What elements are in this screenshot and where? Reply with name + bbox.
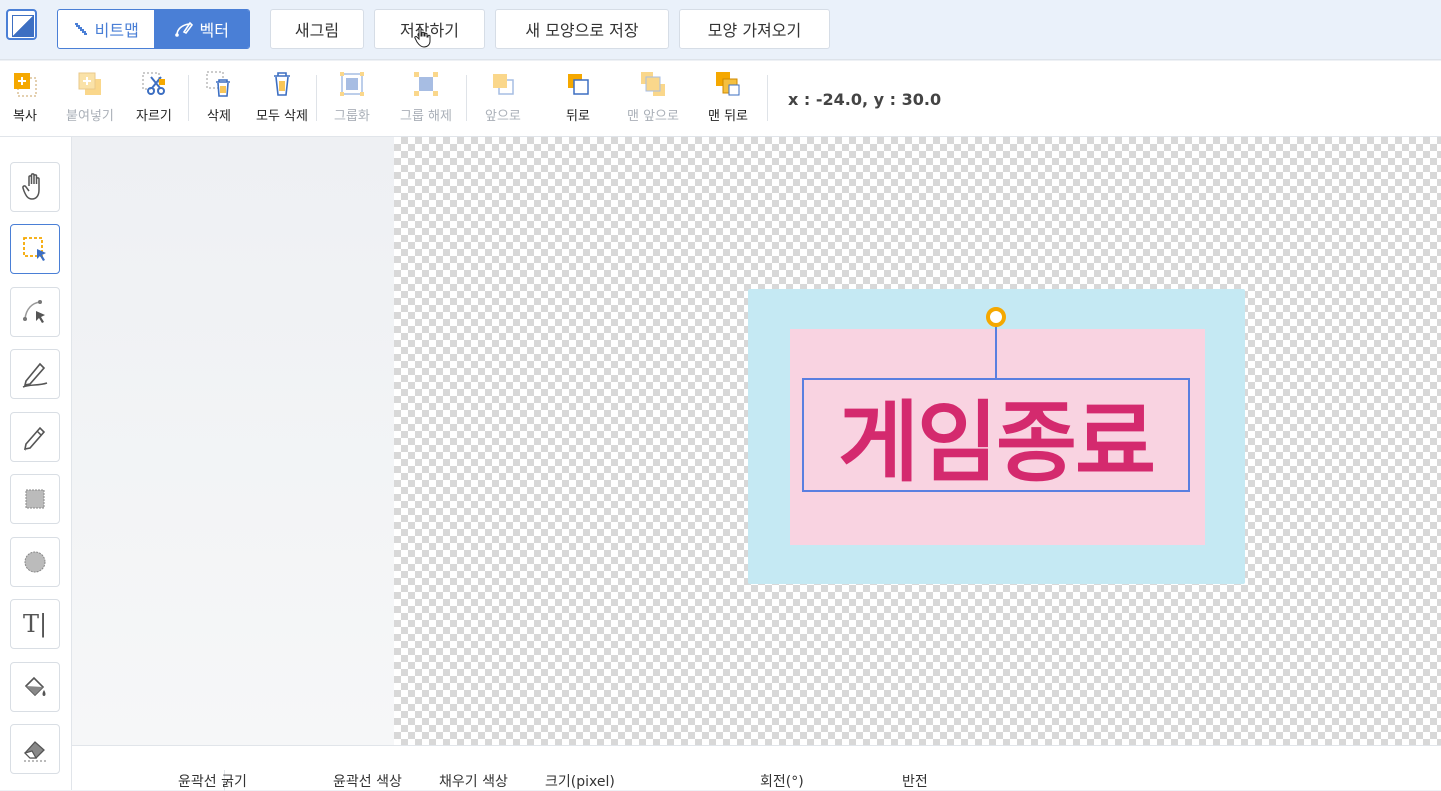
rotation-label: 회전(°)	[760, 774, 804, 790]
toolbar-divider	[466, 75, 467, 121]
app-logo-icon[interactable]	[6, 9, 37, 40]
stroke-color-label: 윤곽선 색상	[333, 774, 402, 790]
text-tool-icon: T|	[22, 610, 48, 638]
bring-to-front-icon	[638, 69, 668, 99]
vector-mode-label: 벡터	[199, 21, 229, 40]
vector-mode-button[interactable]: 벡터	[153, 10, 249, 48]
send-backward-label: 뒤로	[566, 109, 590, 124]
delete-label: 삭제	[207, 109, 231, 124]
top-bar: 비트맵 벡터 새그림 저장하기 새 모양으로 저장 모양 가져오기	[0, 0, 1441, 60]
paint-bucket-icon	[24, 676, 46, 697]
copy-label: 복사	[13, 109, 37, 124]
select-tool-button[interactable]	[10, 224, 60, 274]
group-icon	[337, 69, 367, 99]
rectangle-tool-button[interactable]	[10, 474, 60, 524]
drawing-tools-panel: T|	[0, 137, 72, 790]
paste-label: 붙여넣기	[66, 109, 114, 124]
send-to-back-label: 맨 뒤로	[708, 109, 749, 124]
fill-tool-button[interactable]	[10, 662, 60, 712]
workspace-margin	[72, 137, 394, 745]
delete-all-button[interactable]: 모두 삭제	[256, 69, 308, 124]
bitmap-mode-label: 비트맵	[94, 21, 139, 40]
hand-icon	[22, 173, 40, 200]
rectangle-icon	[25, 489, 45, 509]
pen-tool-button[interactable]	[10, 349, 60, 399]
import-shape-button[interactable]: 모양 가져오기	[679, 9, 830, 49]
fill-color-label: 채우기 색상	[439, 774, 508, 790]
eraser-icon	[23, 741, 46, 762]
toolbar-divider	[767, 75, 768, 121]
ungroup-label: 그룹 해제	[400, 109, 452, 124]
ellipse-icon	[24, 551, 46, 573]
edit-toolbar: 복사 붙여넣기 자르기 삭제 모두 삭제 그룹화 그룹 해제 앞으로 뒤로 맨 …	[0, 61, 1441, 137]
scissors-icon	[139, 69, 169, 99]
bitmap-mode-button[interactable]: 비트맵	[58, 10, 154, 48]
size-label: 크기(pixel)	[545, 774, 615, 790]
group-button[interactable]: 그룹화	[334, 69, 370, 124]
copy-icon	[10, 69, 40, 99]
bring-forward-icon	[488, 69, 518, 99]
coordinate-readout: x : -24.0, y : 30.0	[788, 90, 942, 109]
node-edit-icon	[23, 300, 45, 323]
rotation-handle-line	[995, 325, 997, 379]
send-to-back-button[interactable]: 맨 뒤로	[708, 69, 748, 124]
paste-icon	[75, 69, 105, 99]
toolbar-divider	[188, 75, 189, 121]
bring-to-front-label: 맨 앞으로	[627, 109, 679, 124]
pencil-tool-button[interactable]	[10, 412, 60, 462]
copy-button[interactable]: 복사	[10, 69, 40, 124]
node-edit-tool-button[interactable]	[10, 287, 60, 337]
bitmap-icon	[74, 23, 87, 35]
ungroup-button[interactable]: 그룹 해제	[400, 69, 452, 124]
mode-toggle: 비트맵 벡터	[57, 9, 250, 49]
new-drawing-button[interactable]: 새그림	[270, 9, 364, 49]
rotation-handle[interactable]	[986, 307, 1006, 327]
cut-label: 자르기	[136, 109, 172, 124]
flip-label: 반전	[902, 774, 928, 790]
bring-forward-label: 앞으로	[485, 109, 521, 124]
trash-icon	[267, 69, 297, 99]
hand-tool-button[interactable]	[10, 162, 60, 212]
bring-to-front-button[interactable]: 맨 앞으로	[627, 69, 679, 124]
pencil-icon	[23, 426, 46, 451]
text-tool-button[interactable]: T|	[10, 599, 60, 649]
select-icon	[23, 237, 46, 261]
save-new-shape-button[interactable]: 새 모양으로 저장	[495, 9, 669, 49]
group-label: 그룹화	[334, 109, 370, 124]
vector-pen-icon	[174, 21, 193, 37]
toolbar-divider	[316, 75, 317, 121]
send-backward-icon	[563, 69, 593, 99]
bring-forward-button[interactable]: 앞으로	[485, 69, 521, 124]
send-to-back-icon	[713, 69, 743, 99]
delete-button[interactable]: 삭제	[204, 69, 234, 124]
hand-pointer-cursor-icon	[414, 26, 431, 48]
send-backward-button[interactable]: 뒤로	[563, 69, 593, 124]
paste-button[interactable]: 붙여넣기	[66, 69, 114, 124]
ungroup-icon	[411, 69, 441, 99]
delete-icon	[204, 69, 234, 99]
cut-button[interactable]: 자르기	[136, 69, 172, 124]
selection-bounding-box[interactable]	[802, 378, 1190, 492]
pen-icon	[22, 362, 48, 388]
delete-all-label: 모두 삭제	[256, 109, 308, 124]
eraser-tool-button[interactable]	[10, 724, 60, 774]
ellipse-tool-button[interactable]	[10, 537, 60, 587]
properties-bar: 윤곽선 굵기 윤곽선 색상 채우기 색상 크기(pixel) 회전(°) 반전	[72, 745, 1441, 791]
stroke-width-label: 윤곽선 굵기	[178, 774, 247, 790]
